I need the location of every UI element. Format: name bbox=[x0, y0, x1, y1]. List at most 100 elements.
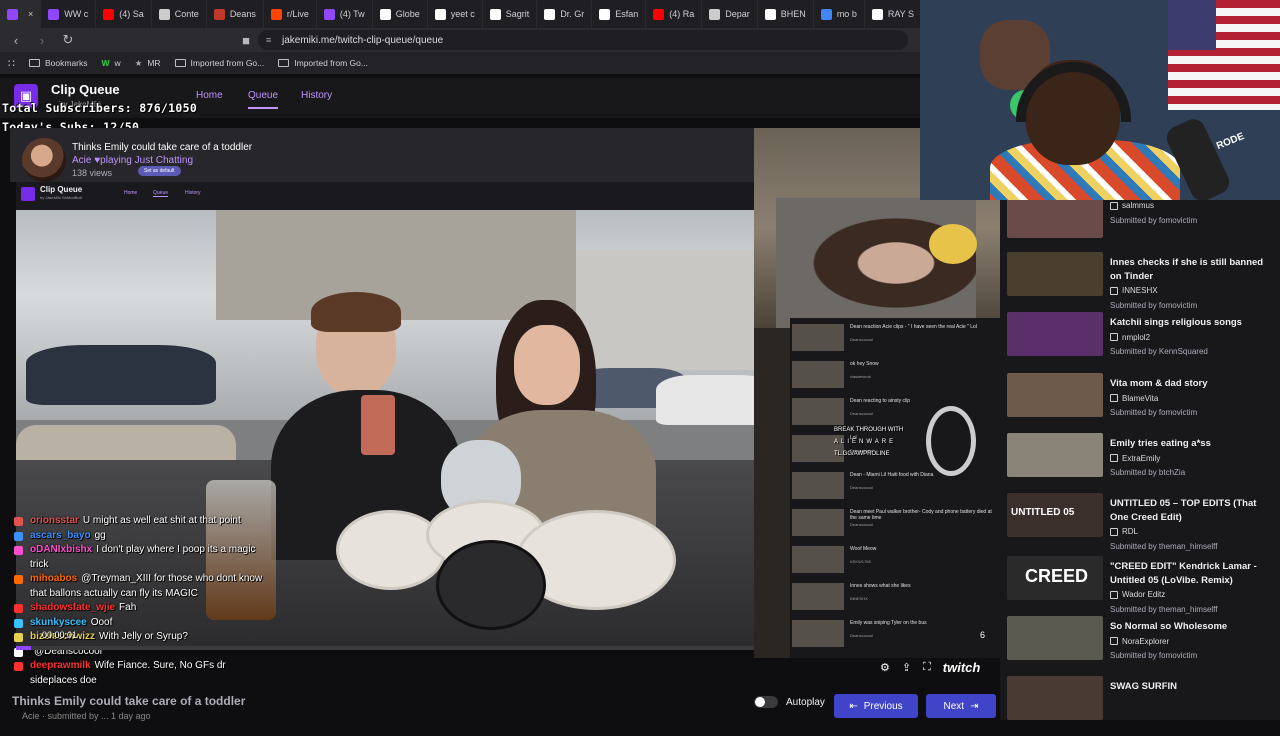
chat-message: orionsstar U might as well eat shit at th… bbox=[14, 514, 274, 529]
chat-message: shadowsfate_wjie Fah bbox=[14, 601, 274, 616]
inner-nav-queue[interactable]: Queue bbox=[153, 190, 169, 197]
browser-tab[interactable]: Esfan bbox=[592, 0, 647, 28]
tab-favicon-icon bbox=[599, 8, 611, 20]
chat-message: skunkyscee Ooof bbox=[14, 616, 274, 631]
inner-queue-item: Innes shows what she likes INNESHX bbox=[792, 581, 998, 611]
inner-queue-thumb bbox=[792, 509, 844, 536]
queue-item[interactable]: Katchii sings religious songs nmplol2 Subm… bbox=[1006, 312, 1280, 372]
queue-item[interactable]: So Normal so Wholesome NoraExplorer Submit… bbox=[1006, 616, 1280, 676]
queue-item[interactable]: UNTITLED 05 UNTITLED 05 – TOP EDITS (That… bbox=[1006, 493, 1280, 553]
queue-item-submitter: Submitted by fomovictim bbox=[1110, 651, 1198, 660]
chat-username[interactable]: skunkyscee bbox=[30, 617, 87, 628]
queue-item[interactable]: Vita mom & dad story BlameVita Submitted b… bbox=[1006, 373, 1280, 433]
queue-item[interactable]: Emily tries eating a*ss ExtraEmily Submitt… bbox=[1006, 433, 1280, 493]
inner-nav-home[interactable]: Home bbox=[124, 190, 137, 196]
browser-tab[interactable]: BHEN bbox=[758, 0, 814, 28]
browser-tab[interactable]: mo b bbox=[814, 0, 865, 28]
close-tab-icon[interactable]: × bbox=[28, 9, 33, 19]
queue-item[interactable]: CREED "CREED EDIT" Kendrick Lamar - Untit… bbox=[1006, 556, 1280, 616]
browser-tab[interactable]: Sagrit bbox=[483, 0, 538, 28]
site-info-icon[interactable]: ≡ bbox=[266, 35, 271, 45]
inner-nav-history[interactable]: History bbox=[185, 190, 201, 196]
app-title: Clip Queue bbox=[51, 82, 120, 97]
bookmark-imported-1[interactable]: Imported from Go... bbox=[174, 58, 264, 68]
bookmark-mr[interactable]: ★ MR bbox=[135, 58, 161, 69]
browser-tab[interactable]: WW c bbox=[41, 0, 97, 28]
queue-item-title: Katchii sings religious songs bbox=[1110, 317, 1242, 328]
nav-queue[interactable]: Queue bbox=[248, 90, 279, 109]
alienware-ad: BREAK THROUGH WITH ALIENWARE TL.GG/AWPRO… bbox=[834, 427, 904, 457]
clip-author[interactable]: Acie ♥playing Just Chatting bbox=[72, 155, 193, 166]
forward-icon[interactable]: › bbox=[32, 30, 52, 50]
previous-button[interactable]: ⇤ Previous bbox=[834, 694, 918, 718]
bookmark-imported-2[interactable]: Imported from Go... bbox=[278, 58, 368, 68]
queue-item-channel: INNESHX bbox=[1122, 286, 1158, 295]
queue-item[interactable]: salmmus Submitted by fomovictim bbox=[1006, 194, 1280, 254]
tab-favicon-icon bbox=[323, 8, 335, 20]
next-button[interactable]: Next ⇥ bbox=[926, 694, 996, 718]
browser-tab[interactable]: RAY S bbox=[865, 0, 920, 28]
queue-item[interactable]: SWAG SURFIN bbox=[1006, 676, 1280, 736]
chat-badge-icon bbox=[14, 531, 23, 541]
bookmark-bookmarks[interactable]: Bookmarks bbox=[29, 58, 88, 68]
tab-favicon-icon bbox=[379, 8, 391, 20]
chat-badge-icon bbox=[14, 517, 23, 526]
bookmark-w[interactable]: Ww bbox=[102, 58, 121, 68]
browser-tab[interactable]: Deans bbox=[207, 0, 264, 28]
autoplay-toggle[interactable] bbox=[754, 696, 778, 708]
inner-queue-thumb bbox=[792, 472, 844, 499]
video-bowl bbox=[436, 540, 546, 630]
fullscreen-icon[interactable]: ⛶ bbox=[923, 661, 931, 674]
chat-username[interactable]: orionsstar bbox=[30, 515, 79, 526]
browser-tab[interactable]: Dr. Gr bbox=[537, 0, 593, 28]
streamer-webcam: RODE bbox=[920, 0, 1280, 200]
chat-username[interactable]: deeprawmilk bbox=[30, 660, 91, 671]
browser-tab[interactable]: Depar bbox=[702, 0, 758, 28]
nav-history[interactable]: History bbox=[301, 90, 332, 101]
chat-badge-icon bbox=[14, 604, 23, 613]
queue-item-submitter: Submitted by fomovictim bbox=[1110, 408, 1198, 417]
tab-favicon-icon bbox=[709, 8, 721, 20]
nav-home[interactable]: Home bbox=[196, 90, 223, 101]
inner-logo-icon bbox=[21, 187, 35, 201]
apps-grid-icon[interactable]: ∷ bbox=[8, 57, 15, 70]
settings-icon[interactable]: ⚙ bbox=[880, 661, 890, 674]
url-field[interactable]: ≡ jakemiki.me/twitch-clip-queue/queue bbox=[258, 30, 908, 50]
queue-item-title: So Normal so Wholesome bbox=[1110, 621, 1228, 632]
clip-info-bar: Thinks Emily could take care of a toddle… bbox=[10, 128, 754, 182]
browser-tab[interactable]: (4) Ra bbox=[646, 0, 703, 28]
inner-queue-item: Woof Meow KEKW1765 bbox=[792, 544, 998, 574]
set-default-button[interactable]: Set as default bbox=[138, 166, 181, 176]
browser-tab[interactable]: × bbox=[0, 0, 42, 28]
chat-text: U might as well eat shit at that point bbox=[82, 515, 241, 526]
channel-icon bbox=[1110, 637, 1118, 646]
channel-icon bbox=[1110, 527, 1118, 536]
inner-queue-list: Dean reaction Acie clips - " I have seen… bbox=[790, 318, 1000, 658]
reload-icon[interactable]: ↻ bbox=[58, 30, 78, 50]
back-icon[interactable]: ‹ bbox=[6, 30, 26, 50]
browser-tab[interactable]: r/Live bbox=[264, 0, 317, 28]
chat-username[interactable]: ascars_bayo bbox=[30, 530, 91, 541]
chat-badge-icon bbox=[14, 618, 23, 628]
queue-item[interactable]: Innes checks if she is still banned on T… bbox=[1006, 252, 1280, 312]
browser-tab[interactable]: Globe bbox=[373, 0, 428, 28]
twitch-logo[interactable]: twitch bbox=[943, 660, 981, 675]
next-icon: ⇥ bbox=[970, 700, 979, 712]
browser-tab[interactable]: Conte bbox=[152, 0, 207, 28]
bookmark-icon[interactable]: ■ bbox=[236, 30, 256, 50]
inner-queue-item: Dean - Miami Lil Haiti food with Diana De… bbox=[792, 470, 998, 500]
video-progress-bar[interactable] bbox=[16, 646, 786, 650]
browser-tab[interactable]: (4) Tw bbox=[317, 0, 373, 28]
avatar[interactable] bbox=[22, 138, 66, 182]
channel-icon bbox=[1110, 454, 1118, 463]
chat-username[interactable]: mihoabos bbox=[30, 573, 77, 584]
queue-item-submitter: Submitted by theman_himselff bbox=[1110, 604, 1218, 614]
browser-tab[interactable]: (4) Sa bbox=[96, 0, 152, 28]
chat-username[interactable]: oDANIxbishx bbox=[30, 544, 92, 555]
queue-list: salmmus Submitted by fomovictim Innes chec… bbox=[1000, 194, 1280, 720]
browser-tab[interactable]: yeet c bbox=[428, 0, 483, 28]
inner-queue-item: Emily was sniping Tyler on the bus Deansc… bbox=[792, 618, 998, 648]
tab-favicon-icon bbox=[103, 8, 115, 20]
share-icon[interactable]: ⇪ bbox=[902, 661, 911, 674]
chat-username[interactable]: shadowsfate_wjie bbox=[30, 602, 115, 613]
